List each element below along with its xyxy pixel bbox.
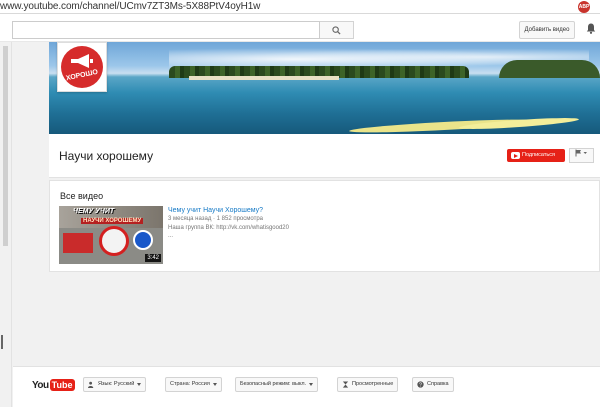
video-description: Наша группа ВК: http://vk.com/whatisgood…: [168, 225, 289, 231]
avatar-text: ХОРОШО: [65, 68, 99, 83]
people-icon: [88, 381, 94, 388]
search-icon: [332, 25, 341, 35]
safety-label: Безопасный режим: выкл.: [240, 381, 307, 387]
all-videos-section: Все видео ЧЕМУ УЧИТ НАУЧИ ХОРОШЕМУ 3:42 …: [49, 180, 600, 272]
avatar-logo: ХОРОШО: [61, 46, 103, 88]
country-label: Страна: Россия: [170, 381, 210, 387]
video-meta: 3 месяца назад · 1 852 просмотра: [168, 216, 264, 222]
chevron-down-icon: [309, 383, 314, 386]
banner-island: [499, 60, 600, 78]
section-title[interactable]: Все видео: [60, 191, 103, 201]
search-input[interactable]: [12, 21, 320, 39]
language-button[interactable]: Язык: Русский: [83, 377, 147, 392]
language-label: Язык: Русский: [98, 381, 135, 387]
svg-text:?: ?: [419, 382, 422, 388]
bell-icon[interactable]: [586, 23, 596, 34]
megaphone-icon: [71, 54, 93, 68]
safety-mode-button[interactable]: Безопасный режим: выкл.: [235, 377, 319, 392]
banner-kayaks: [348, 115, 589, 134]
logo-you: You: [32, 379, 49, 391]
channel-banner: [49, 42, 600, 134]
scroll-thumb[interactable]: [3, 46, 8, 246]
youtube-play-icon: [511, 152, 520, 159]
help-button[interactable]: ? Справка: [412, 377, 454, 392]
kayak-shape: [458, 115, 580, 132]
thumbnail-graphic: [63, 233, 93, 253]
video-thumbnail[interactable]: ЧЕМУ УЧИТ НАУЧИ ХОРОШЕМУ 3:42: [59, 206, 163, 264]
thumbnail-emblem: [133, 230, 153, 250]
scroll-marker: [1, 335, 3, 349]
country-button[interactable]: Страна: Россия: [165, 377, 222, 392]
thumbnail-line-2: НАУЧИ ХОРОШЕМУ: [81, 218, 144, 224]
masthead: Добавить видео: [0, 14, 600, 42]
video-duration: 3:42: [145, 254, 161, 262]
search-button[interactable]: [320, 21, 354, 39]
url-text[interactable]: www.youtube.com/channel/UCmv7ZT3Ms-5X88P…: [0, 1, 260, 12]
subscribe-label: Подписаться: [522, 152, 555, 158]
upload-video-button[interactable]: Добавить видео: [519, 21, 575, 39]
page-footer: You Tube Язык: Русский Страна: Россия Бе…: [13, 366, 600, 407]
thumbnail-no-sign: [99, 226, 129, 256]
flag-dropdown-button[interactable]: [569, 148, 594, 163]
help-label: Справка: [427, 381, 449, 387]
hourglass-icon: [342, 381, 349, 388]
channel-header: Научи хорошему Подписаться: [49, 134, 600, 178]
logo-tube: Tube: [49, 379, 75, 391]
adblock-extension-icon[interactable]: ABP: [578, 1, 590, 13]
help-icon: ?: [417, 381, 424, 388]
channel-avatar[interactable]: ХОРОШО: [57, 42, 107, 92]
history-label: Просмотренные: [352, 381, 394, 387]
video-description-more: ...: [168, 233, 174, 239]
page-scrollbar[interactable]: [0, 42, 12, 407]
browser-address-bar[interactable]: www.youtube.com/channel/UCmv7ZT3Ms-5X88P…: [0, 0, 600, 14]
chevron-down-icon: [212, 383, 217, 386]
flag-icon: [575, 149, 587, 157]
thumbnail-line-1: ЧЕМУ УЧИТ: [73, 208, 115, 215]
subscribe-button[interactable]: Подписаться: [507, 149, 565, 162]
chevron-down-icon: [137, 383, 142, 386]
video-title-link[interactable]: Чему учит Научи Хорошему?: [168, 207, 263, 214]
history-button[interactable]: Просмотренные: [337, 377, 399, 392]
youtube-logo[interactable]: You Tube: [32, 378, 75, 392]
channel-title[interactable]: Научи хорошему: [59, 149, 153, 163]
banner-beach: [189, 76, 339, 80]
